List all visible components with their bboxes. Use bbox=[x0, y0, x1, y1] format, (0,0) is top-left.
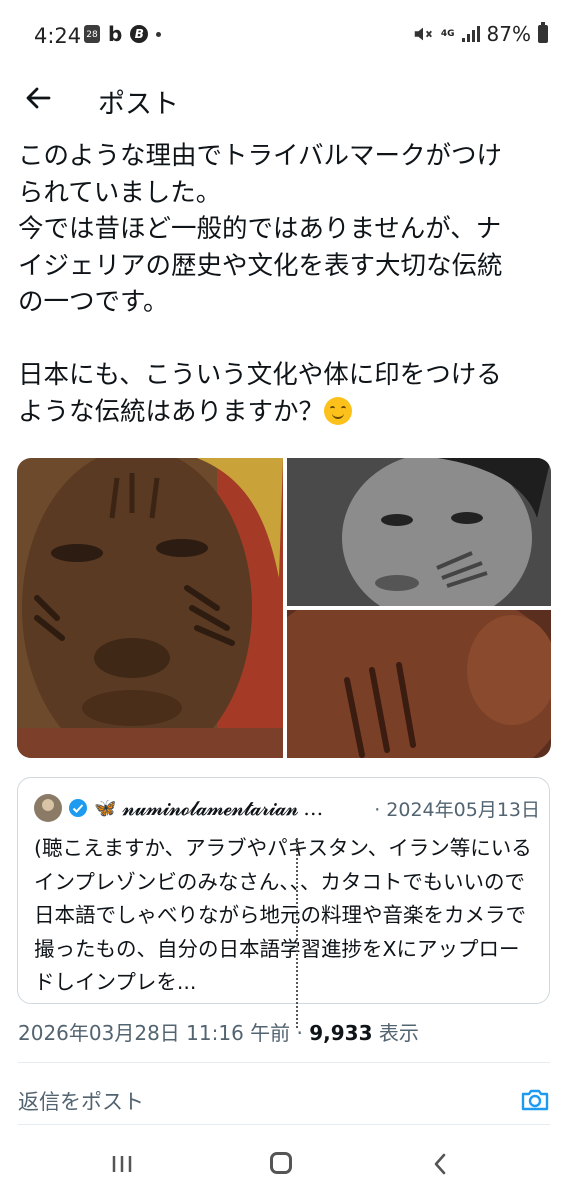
post-text: このような理由でトライバルマークがつけ られていました。 今では昔ほど一般的では… bbox=[18, 138, 558, 430]
post-timestamp: 2026年03月28日 11:16 午前 · bbox=[18, 1021, 310, 1045]
view-count: 9,933 bbox=[309, 1021, 373, 1045]
mute-icon bbox=[414, 27, 432, 41]
view-label: 表示 bbox=[372, 1021, 419, 1045]
more-notifications-dot bbox=[156, 31, 162, 37]
post-image-woman[interactable] bbox=[17, 458, 283, 758]
signal-icon bbox=[461, 26, 480, 42]
b-app-icon: b bbox=[108, 22, 123, 46]
butterfly-icon: 🦋 bbox=[94, 797, 117, 819]
back-icon[interactable] bbox=[430, 1152, 450, 1176]
network-type: 4G bbox=[440, 28, 455, 39]
recent-apps-icon[interactable] bbox=[111, 1155, 133, 1173]
quoted-post-header: 🦋 𝓷𝓾𝓶𝓲𝓷𝓸𝓵𝓪𝓶𝓮𝓷𝓽𝓪𝓻𝓲𝓪𝓷 … · 2024年05月13日 bbox=[34, 794, 540, 822]
system-nav-bar bbox=[0, 1130, 568, 1199]
post-line: 日本にも、こういう文化や体に印をつける bbox=[18, 360, 502, 390]
post-line: イジェリアの歴史や文化を表す大切な伝統 bbox=[18, 250, 503, 281]
top-app-bar: ポスト bbox=[0, 66, 568, 134]
post-line: このような理由でトライバルマークがつけ bbox=[18, 141, 502, 171]
smile-emoji-icon bbox=[324, 396, 353, 425]
battery-icon bbox=[538, 22, 548, 43]
quoted-post[interactable]: 🦋 𝓷𝓾𝓶𝓲𝓷𝓸𝓵𝓪𝓶𝓮𝓷𝓽𝓪𝓻𝓲𝓪𝓷 … · 2024年05月13日 (聴こえ… bbox=[17, 777, 550, 1028]
back-arrow-icon[interactable] bbox=[22, 82, 54, 114]
post-meta: 2026年03月28日 11:16 午前 · 9,933 表示 bbox=[18, 1017, 419, 1046]
page-title: ポスト bbox=[98, 89, 179, 120]
home-icon[interactable] bbox=[270, 1152, 292, 1174]
calendar-icon: 28 bbox=[84, 25, 100, 43]
battery-percent: 87% bbox=[486, 22, 531, 46]
divider bbox=[18, 1062, 550, 1063]
verified-icon bbox=[69, 799, 87, 817]
dotted-guide-line bbox=[296, 838, 298, 1028]
post-image-cheek[interactable] bbox=[287, 610, 551, 758]
camera-icon[interactable] bbox=[519, 1084, 551, 1116]
circle-b-icon: B bbox=[130, 25, 149, 43]
post-image-child[interactable] bbox=[287, 458, 551, 606]
post-line: 今では昔ほど一般的ではありませんが、ナ bbox=[18, 214, 502, 244]
status-notification-icons: 28 b B bbox=[84, 22, 162, 46]
quoted-post-date: · 2024年05月13日 bbox=[374, 798, 540, 821]
divider bbox=[18, 1124, 550, 1125]
post-line: ような伝統はありますか？ bbox=[18, 396, 325, 427]
post-line: の一つです。 bbox=[18, 287, 169, 317]
post-line: られていました。 bbox=[18, 177, 222, 208]
status-time: 4:24 bbox=[34, 24, 82, 48]
quoted-author-name: 𝓷𝓾𝓶𝓲𝓷𝓸𝓵𝓪𝓶𝓮𝓷𝓽𝓪𝓻𝓲𝓪𝓷 … bbox=[122, 796, 323, 820]
quoted-post-text: (聴こえますか、アラブやパキスタン、イラン等にいるインプレゾンビのみなさん、、、… bbox=[34, 836, 532, 994]
status-right: 4G 87% bbox=[412, 22, 548, 46]
avatar bbox=[34, 794, 62, 822]
reply-input[interactable]: 返信をポスト bbox=[18, 1086, 144, 1116]
status-bar: 4:24 28 b B 4G 87% bbox=[0, 0, 568, 66]
post-media-grid bbox=[17, 458, 551, 758]
